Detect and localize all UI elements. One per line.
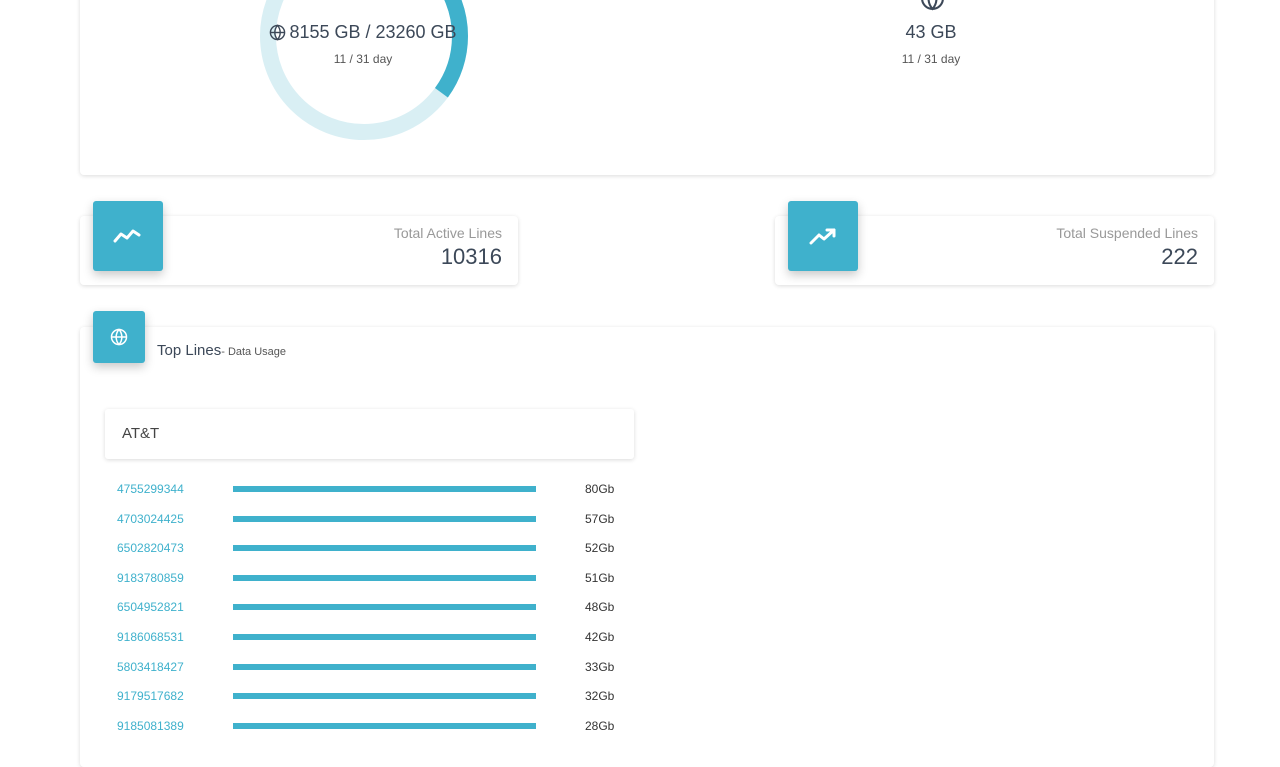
usage-bar [233, 515, 536, 522]
top-line-row: 4703024425 57Gb [117, 509, 637, 529]
usage-bar-fill [233, 634, 536, 640]
top-line-row: 9185081389 28Gb [117, 716, 637, 736]
top-line-row: 6502820473 52Gb [117, 538, 637, 558]
active-lines-icon-box [93, 201, 163, 271]
carrier-panel-header[interactable]: AT&T [105, 409, 634, 459]
line-usage-value: 51Gb [585, 570, 615, 585]
donut-track [260, 0, 468, 140]
line-number-link[interactable]: 9179517682 [117, 689, 184, 703]
suspended-lines-icon-box [788, 201, 858, 271]
top-line-row: 4755299344 80Gb [117, 479, 637, 499]
line-number-link[interactable]: 4755299344 [117, 482, 184, 496]
usage-bar-fill [233, 722, 536, 729]
line-number-link[interactable]: 4703024425 [117, 512, 184, 526]
usage-bar [233, 545, 536, 552]
line-usage-value: 42Gb [585, 630, 615, 644]
trending-up-icon [809, 228, 836, 245]
usage-bar-fill [233, 515, 536, 522]
active-lines-label: Total Active Lines [393, 225, 502, 241]
total-usage-day: 11 / 31 day [333, 52, 393, 66]
line-number-link[interactable]: 5803418427 [117, 660, 184, 674]
usage-bar [233, 693, 536, 700]
usage-bar [233, 486, 536, 492]
usage-bar-fill [233, 604, 536, 611]
usage-bar-fill [233, 486, 536, 492]
data-usage-card [80, 0, 1214, 175]
usage-bar [233, 722, 536, 729]
globe-icon [270, 24, 286, 41]
usage-bar-fill [233, 545, 536, 552]
carrier-name: AT&T [122, 425, 160, 442]
active-lines-value: 10316 [440, 244, 502, 269]
line-number-link[interactable]: 9185081389 [117, 719, 184, 733]
usage-bar-fill [233, 663, 536, 670]
top-line-row: 9183780859 51Gb [117, 568, 637, 588]
trend-line-icon [113, 229, 141, 243]
secondary-usage-day: 11 / 31 day [901, 52, 961, 66]
globe-icon [110, 328, 128, 346]
usage-bar-fill [233, 574, 536, 581]
line-usage-value: 33Gb [585, 659, 615, 674]
top-line-row: 6504952821 48Gb [117, 597, 637, 617]
top-line-row: 5803418427 33Gb [117, 657, 637, 677]
line-number-link[interactable]: 6502820473 [117, 541, 184, 555]
top-lines-title: Top Lines- Data Usage [157, 342, 286, 359]
usage-bar [233, 604, 536, 611]
line-number-link[interactable]: 6504952821 [117, 600, 184, 614]
top-lines-subtitle: - Data Usage [221, 346, 287, 358]
total-usage-text: 8155 GB / 23260 GB [289, 22, 457, 42]
top-line-row: 9179517682 32Gb [117, 686, 637, 706]
line-usage-value: 48Gb [585, 600, 615, 615]
usage-bar [233, 574, 536, 581]
usage-bar [233, 634, 536, 640]
line-number-link[interactable]: 9183780859 [117, 571, 184, 585]
top-line-row: 9186068531 42Gb [117, 627, 637, 647]
suspended-lines-value: 222 [1161, 244, 1198, 269]
suspended-lines-label: Total Suspended Lines [1056, 225, 1198, 241]
line-usage-value: 57Gb [585, 511, 615, 526]
top-lines-card: Top Lines- Data Usage AT&T 4755299344 80G… [80, 327, 1214, 767]
total-usage-value: 8155 GB / 23260 GB [263, 22, 463, 43]
top-lines-icon-box [93, 311, 145, 363]
line-number-link[interactable]: 9186068531 [117, 630, 184, 644]
top-lines-title-text: Top Lines [157, 342, 222, 359]
line-usage-value: 52Gb [585, 541, 615, 556]
usage-bar-fill [233, 693, 536, 700]
line-usage-value: 80Gb [585, 482, 615, 496]
line-usage-value: 32Gb [585, 689, 615, 704]
usage-bar [233, 663, 536, 670]
globe-icon [921, 0, 944, 11]
line-usage-value: 28Gb [585, 718, 615, 733]
secondary-usage-value: 43 GB [905, 22, 957, 42]
